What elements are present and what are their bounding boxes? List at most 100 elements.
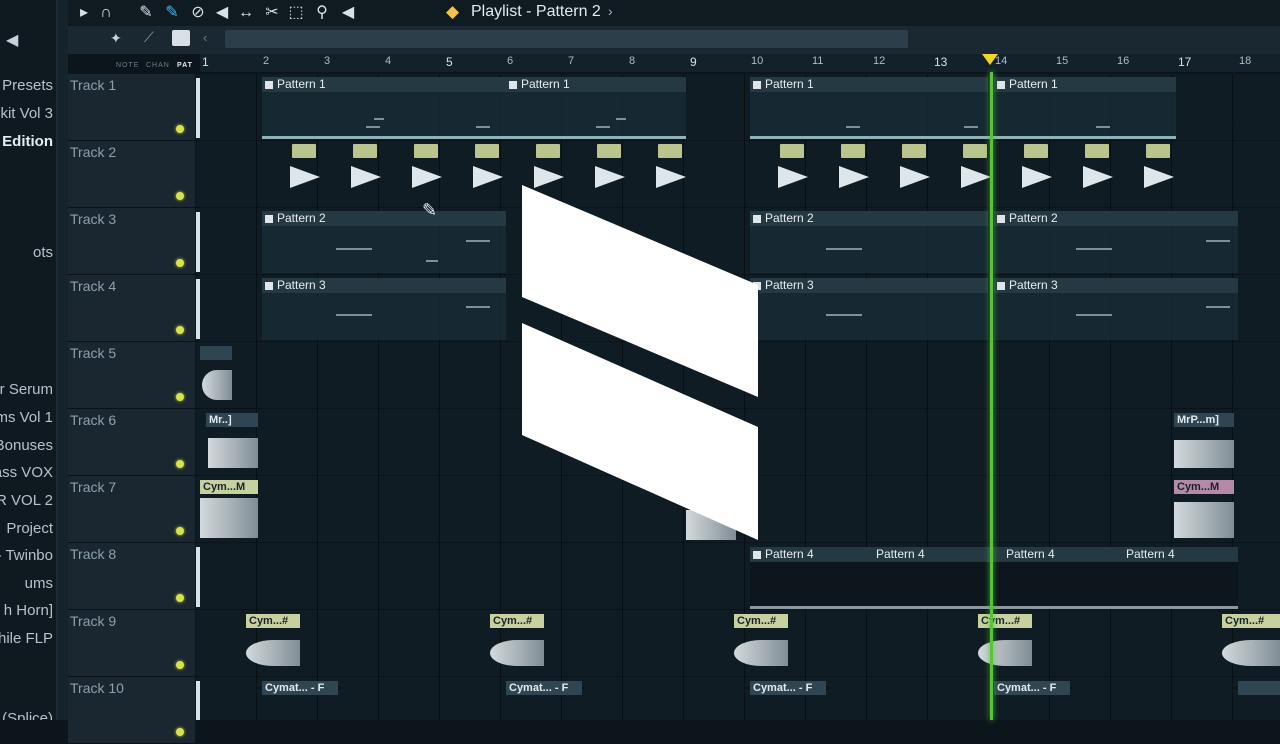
browser-item[interactable]: ots (33, 244, 53, 261)
pattern-clip[interactable]: Pattern 2 (994, 211, 1238, 273)
browser-item[interactable]: Bass VOX (0, 464, 53, 481)
kick-clip[interactable] (351, 144, 381, 206)
browser-item[interactable]: (Splice) (2, 710, 53, 720)
browser-item[interactable]: ms Vol 1 (0, 409, 53, 426)
audio-clip-tab[interactable]: Cym...# (978, 614, 1032, 628)
browser-item[interactable]: Project (6, 520, 53, 537)
track-led[interactable] (176, 527, 184, 535)
timeline-ruler[interactable]: 1 2 3 4 5 6 7 8 9 10 11 12 13 14 15 16 1… (200, 54, 1280, 72)
browser-item[interactable]: Edition (2, 133, 53, 150)
kick-clip[interactable] (473, 144, 503, 206)
track-header[interactable]: Track 1 (68, 74, 195, 141)
track-header[interactable]: Track 2 (68, 141, 195, 208)
piano-icon[interactable] (172, 30, 190, 46)
speaker-icon[interactable]: ◀ (6, 30, 18, 50)
kick-clip[interactable] (839, 144, 869, 206)
audio-clip-tab[interactable]: Cym...# (1222, 614, 1280, 628)
browser-item[interactable]: kit Vol 3 (0, 105, 53, 122)
track-header[interactable]: Track 10 (68, 677, 195, 744)
track-led[interactable] (176, 661, 184, 669)
pattern-clip[interactable]: Pattern 3 (994, 278, 1238, 340)
slip-icon[interactable]: ↔ (236, 3, 256, 23)
mode-note[interactable]: NOTE (116, 62, 139, 69)
pencil-icon[interactable]: ✎ (136, 3, 156, 23)
mute-icon[interactable]: ◀ (212, 3, 232, 23)
playhead[interactable] (990, 72, 993, 720)
track-header[interactable]: Track 3 (68, 208, 195, 275)
audio-clip-tab[interactable] (200, 346, 232, 360)
kick-clip[interactable] (1144, 144, 1174, 206)
audio-clip-tab[interactable]: Cym...M (200, 480, 258, 494)
audio-clip-tab[interactable]: MrP...m] (1174, 413, 1234, 427)
audio-clip-tab[interactable]: Cymat... - F (506, 681, 582, 695)
track-name: Track 1 (70, 77, 117, 93)
audio-clip-tab[interactable]: Cym...# (246, 614, 300, 628)
track-name: Track 4 (70, 278, 117, 294)
zoom-icon[interactable]: ⚲ (312, 3, 332, 23)
slice-icon[interactable]: ✂ (262, 3, 282, 23)
track-header[interactable]: Track 6 (68, 409, 195, 476)
chevron-left-icon[interactable]: ‹ (203, 30, 207, 45)
audio-clip-tab[interactable]: Cym...# (490, 614, 544, 628)
bar-number: 2 (263, 55, 270, 67)
pattern-clip[interactable]: Pattern 1 (994, 77, 1176, 139)
pattern-clip[interactable]: Pattern 1 (750, 77, 988, 139)
browser-item[interactable]: Bonuses (0, 437, 53, 454)
note (262, 136, 686, 139)
curve-icon[interactable]: ⟋ (144, 29, 154, 46)
track-header[interactable]: Track 7 (68, 476, 195, 543)
pattern-clip[interactable]: Pattern 3 (750, 278, 988, 340)
kick-clip[interactable] (900, 144, 930, 206)
track-header[interactable]: Track 5 (68, 342, 195, 409)
track-header[interactable]: Track 9 (68, 610, 195, 677)
track-led[interactable] (176, 192, 184, 200)
track-led[interactable] (176, 594, 184, 602)
track-led[interactable] (176, 326, 184, 334)
waveform-icon[interactable]: ✦ (110, 30, 122, 47)
track-led[interactable] (176, 393, 184, 401)
audio-clip-tab[interactable]: Cym...# (734, 614, 788, 628)
song-position-marker[interactable] (982, 54, 998, 65)
delete-icon[interactable]: ⊘ (188, 3, 208, 23)
kick-clip[interactable] (1083, 144, 1113, 206)
play-icon[interactable]: ▸ (74, 3, 94, 23)
track-led[interactable] (176, 125, 184, 133)
pattern-clip[interactable]: Pattern 1 (506, 77, 686, 139)
browser-item[interactable]: Presets (2, 77, 53, 94)
mode-chan[interactable]: CHAN (146, 62, 170, 69)
chevron-right-icon[interactable]: › (608, 3, 613, 19)
pattern-clip[interactable]: Pattern 2 (750, 211, 988, 273)
kick-clip[interactable] (778, 144, 808, 206)
note (596, 126, 610, 128)
track-led[interactable] (176, 728, 184, 736)
mode-pat[interactable]: PAT (177, 62, 193, 69)
horizontal-scrollbar[interactable] (225, 30, 908, 48)
browser-item[interactable]: R VOL 2 (0, 492, 53, 509)
track-header[interactable]: Track 4 (68, 275, 195, 342)
audio-clip-tab[interactable]: Mr..] (206, 413, 258, 427)
track-led[interactable] (176, 259, 184, 267)
kick-clip[interactable] (290, 144, 320, 206)
audio-clip-tab[interactable]: Cymat... - F (262, 681, 338, 695)
audio-clip-tab[interactable]: Cym...M (1174, 480, 1234, 494)
browser-item[interactable]: While FLP (0, 630, 53, 647)
kick-clip[interactable] (1022, 144, 1052, 206)
kick-clip[interactable] (412, 144, 442, 206)
select-icon[interactable]: ⬚ (286, 3, 306, 23)
splitter[interactable] (58, 0, 68, 720)
browser-item[interactable]: r Serum (0, 381, 53, 398)
pattern-clip[interactable]: Pattern 3 (262, 278, 506, 340)
audio-clip-tab[interactable]: Cymat... - F (750, 681, 826, 695)
kick-clip[interactable] (961, 144, 991, 206)
paint-icon[interactable]: ✎ (162, 3, 182, 23)
track-led[interactable] (176, 460, 184, 468)
playback-icon[interactable]: ◀ (338, 3, 358, 23)
audio-clip-tab[interactable]: Cymat... - F (994, 681, 1070, 695)
browser-item[interactable]: - Twinbo (0, 547, 53, 564)
magnet-icon[interactable]: ∩ (96, 3, 116, 23)
browser-item[interactable]: h Horn] (4, 602, 53, 619)
browser-item[interactable]: ums (25, 575, 53, 592)
track-header[interactable]: Track 8 (68, 543, 195, 610)
audio-clip-tab[interactable] (1238, 681, 1280, 695)
pattern-clip[interactable]: Pattern 2 (262, 211, 506, 273)
